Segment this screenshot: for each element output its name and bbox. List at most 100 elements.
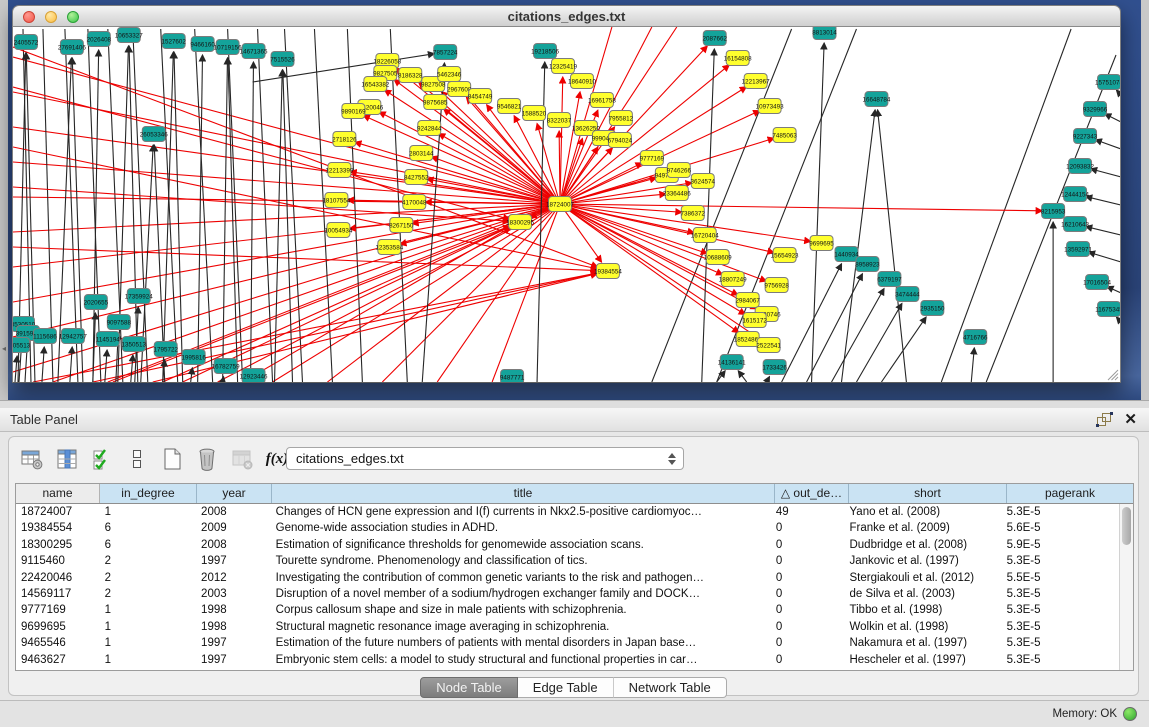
table-row[interactable]: 969969511998Structural magnetic resonanc… bbox=[16, 619, 1119, 635]
table-cell: Genome-wide association studies in ADHD. bbox=[271, 520, 771, 536]
import-table-icon[interactable] bbox=[229, 446, 255, 472]
graph-node-label: 8454749 bbox=[468, 93, 493, 100]
graph-node-label: 3624574 bbox=[691, 178, 716, 185]
graph-edge bbox=[422, 63, 444, 382]
graph-node-label: 1615172 bbox=[742, 317, 767, 324]
row-height-icon[interactable] bbox=[124, 446, 150, 472]
graph-edge bbox=[767, 377, 770, 382]
table-cell: 0 bbox=[771, 635, 845, 651]
table-cell: 1997 bbox=[196, 635, 271, 651]
table-cell: 9463627 bbox=[16, 652, 100, 668]
graph-node-label: 9699695 bbox=[809, 240, 834, 247]
zoom-window-button[interactable] bbox=[67, 11, 79, 23]
close-window-button[interactable] bbox=[23, 11, 35, 23]
table-cell: 2008 bbox=[196, 504, 271, 520]
table-scrollbar[interactable] bbox=[1119, 504, 1133, 670]
graph-node-label: 7386372 bbox=[681, 210, 706, 217]
table-cell: 6 bbox=[100, 537, 196, 553]
table-row[interactable]: 977716911998Corpus callosum shape and si… bbox=[16, 602, 1119, 618]
graph-node-label: 9242844 bbox=[417, 125, 442, 132]
graph-edge bbox=[42, 347, 44, 382]
tab-edge-table[interactable]: Edge Table bbox=[518, 677, 614, 698]
graph-node-label: 17359924 bbox=[125, 293, 153, 300]
table-body[interactable]: 1872400712008Changes of HCN gene express… bbox=[16, 504, 1119, 670]
graph-node-label: 1145194 bbox=[96, 336, 120, 343]
close-panel-icon[interactable]: ✕ bbox=[1124, 410, 1137, 428]
table-cell: 5.3E-5 bbox=[1002, 586, 1119, 602]
table-cell: 5.3E-5 bbox=[1002, 619, 1119, 635]
graph-edge bbox=[1091, 169, 1120, 177]
table-cell: Hescheler et al. (1997) bbox=[844, 652, 1001, 668]
table-cell: Wolkin et al. (1998) bbox=[844, 619, 1001, 635]
table-row[interactable]: 2242004622012Investigating the contribut… bbox=[16, 570, 1119, 586]
graph-node-label: 13592971 bbox=[1064, 246, 1092, 253]
column-header[interactable]: title bbox=[272, 484, 775, 503]
graph-node-label: 1115686 bbox=[33, 333, 57, 340]
table-row[interactable]: 1456911722003Disruption of a novel membe… bbox=[16, 586, 1119, 602]
table-cell: 2 bbox=[100, 570, 196, 586]
table-cell: 9777169 bbox=[16, 602, 100, 618]
show-columns-icon[interactable] bbox=[54, 446, 80, 472]
minimize-window-button[interactable] bbox=[45, 11, 57, 23]
graph-node-label: 8813014 bbox=[812, 29, 837, 36]
graph-node-label: 26053346 bbox=[140, 131, 168, 138]
graph-edge bbox=[560, 27, 652, 204]
table-row[interactable]: 1830029562008Estimation of significance … bbox=[16, 537, 1119, 553]
sidebar-collapse-icon[interactable]: ◂ bbox=[0, 344, 8, 353]
select-rows-icon[interactable] bbox=[89, 446, 115, 472]
column-header[interactable]: △ out_de… bbox=[775, 484, 849, 503]
graph-node-label: 1588520 bbox=[522, 110, 547, 117]
network-window-title: citations_edges.txt bbox=[13, 6, 1120, 27]
network-canvas[interactable]: 1872400718226058982750516543382818632898… bbox=[12, 27, 1121, 383]
table-row[interactable]: 946554611997Estimation of the future num… bbox=[16, 635, 1119, 651]
delete-table-icon[interactable] bbox=[194, 446, 220, 472]
graph-edge bbox=[133, 29, 148, 382]
graph-node-label: 10973493 bbox=[756, 103, 784, 110]
table-row[interactable]: 946362711997Embryonic stem cells: a mode… bbox=[16, 652, 1119, 668]
column-header[interactable]: short bbox=[849, 484, 1007, 503]
tab-node-table[interactable]: Node Table bbox=[420, 677, 518, 698]
column-header[interactable]: year bbox=[197, 484, 272, 503]
table-cell: 1998 bbox=[196, 602, 271, 618]
graph-node-label: 2405572 bbox=[14, 39, 39, 46]
graph-node-label: 19218506 bbox=[531, 48, 559, 55]
graph-node-label: 7515526 bbox=[270, 56, 295, 63]
table-cell: Dudbridge et al. (2008) bbox=[844, 537, 1001, 553]
panel-splitter[interactable]: ▲ bbox=[0, 400, 1149, 408]
float-panel-icon[interactable] bbox=[1096, 412, 1113, 432]
network-window-titlebar[interactable]: citations_edges.txt bbox=[12, 5, 1121, 27]
graph-node-label: 9756928 bbox=[764, 282, 789, 289]
graph-node-label: 16720404 bbox=[691, 232, 719, 239]
table-row[interactable]: 911546021997Tourette syndrome. Phenomeno… bbox=[16, 553, 1119, 569]
table-cell: Yano et al. (2008) bbox=[844, 504, 1001, 520]
graph-edge bbox=[251, 62, 254, 382]
graph-node-label: 9487771 bbox=[500, 374, 525, 381]
graph-edge bbox=[560, 204, 766, 281]
tab-network-table[interactable]: Network Table bbox=[614, 677, 727, 698]
table-cell: 2003 bbox=[196, 586, 271, 602]
select-stepper-icon bbox=[667, 452, 676, 466]
graph-node-label: 1905513 bbox=[13, 342, 31, 349]
scrollbar-thumb[interactable] bbox=[1122, 507, 1131, 545]
graph-edge bbox=[1116, 90, 1120, 95]
graph-edge bbox=[432, 157, 560, 204]
table-row[interactable]: 1872400712008Changes of HCN gene express… bbox=[16, 504, 1119, 520]
network-table-select[interactable]: citations_edges.txt bbox=[286, 447, 684, 470]
table-cell: 0 bbox=[771, 586, 845, 602]
table-settings-icon[interactable] bbox=[19, 446, 45, 472]
new-table-icon[interactable] bbox=[159, 446, 185, 472]
resize-grip-icon[interactable] bbox=[1115, 377, 1118, 380]
graph-edge bbox=[15, 356, 17, 382]
table-panel-body: f(x) citations_edges.txt namein_degreeye… bbox=[0, 432, 1149, 700]
graph-edge bbox=[560, 92, 580, 204]
graph-node-label: 12923446 bbox=[240, 373, 268, 380]
resize-grip-icon[interactable] bbox=[1112, 374, 1118, 381]
column-header[interactable]: name bbox=[16, 484, 100, 503]
graph-node-label: 16543382 bbox=[361, 81, 389, 88]
graph-node-label: 17016504 bbox=[1083, 279, 1111, 286]
column-header[interactable]: in_degree bbox=[100, 484, 197, 503]
graph-node-label: 15654923 bbox=[771, 252, 799, 259]
table-row[interactable]: 1938455462009Genome-wide association stu… bbox=[16, 520, 1119, 536]
graph-node-label: 12213967 bbox=[742, 78, 770, 85]
column-header[interactable]: pagerank bbox=[1007, 484, 1133, 503]
